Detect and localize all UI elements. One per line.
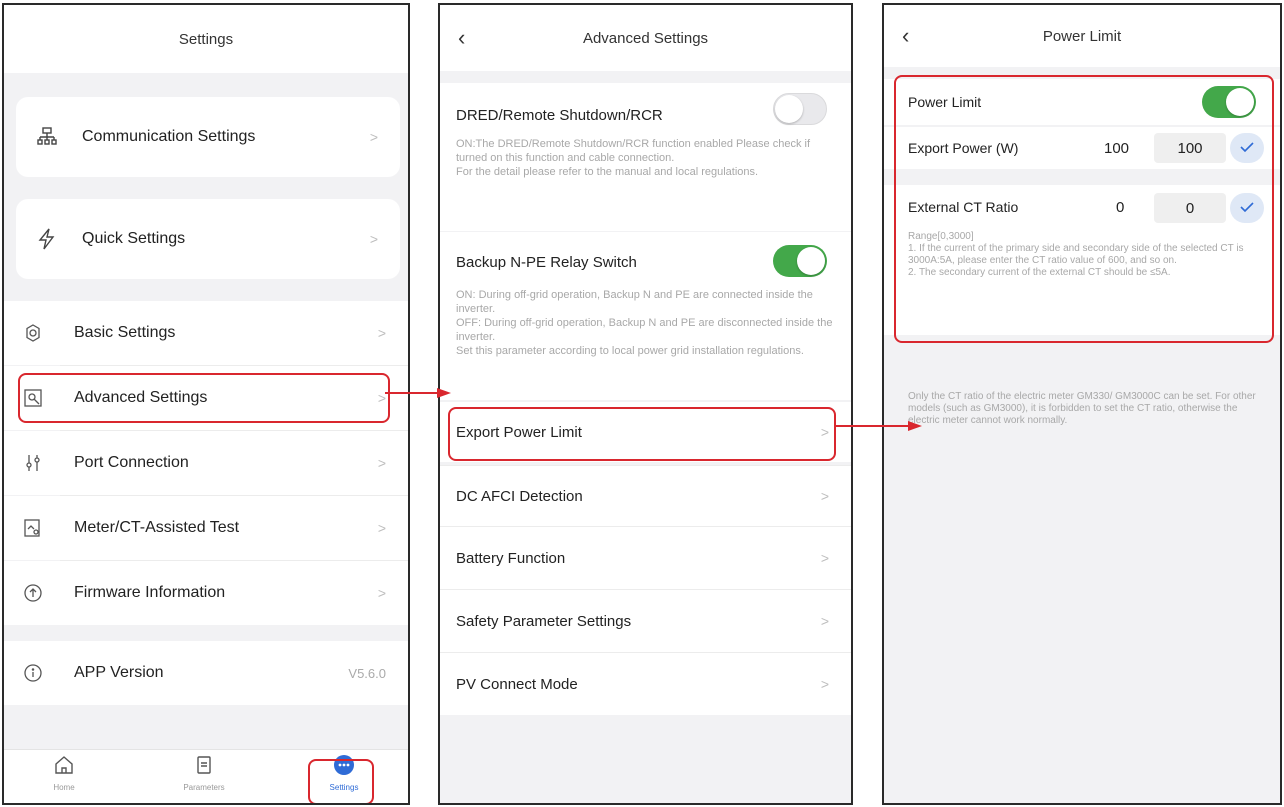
tab-parameters[interactable]: Parameters — [164, 754, 244, 792]
back-icon[interactable]: ‹ — [458, 27, 465, 49]
firmware-icon — [22, 582, 44, 604]
pv-connect-mode-label: PV Connect Mode — [456, 675, 578, 693]
dred-desc-line: For the detail please refer to the manua… — [456, 166, 759, 178]
battery-function-label: Battery Function — [456, 549, 566, 567]
arrow-to-advanced-settings — [385, 388, 451, 398]
backup-desc-line: OFF: During off-grid operation, Backup N… — [456, 317, 833, 343]
battery-function-row[interactable]: Battery Function > — [440, 527, 851, 589]
chevron-right-icon: > — [377, 455, 386, 471]
backup-desc-line: ON: During off-grid operation, Backup N … — [456, 289, 813, 315]
backup-relay-section: Backup N-PE Relay Switch ON: During off-… — [440, 232, 851, 400]
dred-description: ON:The DRED/Remote Shutdown/RCR function… — [456, 137, 836, 179]
basic-settings-label: Basic Settings — [74, 324, 176, 341]
arrow-to-power-limit — [836, 421, 922, 431]
dred-section: DRED/Remote Shutdown/RCR ON:The DRED/Rem… — [440, 83, 851, 231]
dc-afci-label: DC AFCI Detection — [456, 487, 583, 505]
power-limit-header: ‹ Power Limit — [884, 5, 1280, 67]
network-icon — [36, 126, 58, 148]
chevron-right-icon: > — [377, 585, 386, 601]
chevron-right-icon: > — [377, 520, 386, 536]
gear-icon — [22, 322, 44, 344]
chevron-right-icon: > — [820, 550, 829, 566]
export-power-limit-highlight — [448, 407, 836, 461]
port-connection-label: Port Connection — [74, 454, 189, 471]
home-icon — [24, 754, 104, 781]
chevron-right-icon: > — [820, 676, 829, 692]
safety-parameter-label: Safety Parameter Settings — [456, 612, 632, 630]
settings-header: Settings — [4, 5, 408, 73]
advanced-settings-header: ‹ Advanced Settings — [440, 5, 851, 71]
dred-toggle[interactable] — [773, 93, 827, 125]
firmware-information-label: Firmware Information — [74, 584, 226, 601]
chevron-right-icon: > — [369, 129, 378, 145]
lightning-icon — [36, 228, 58, 250]
tab-home-label: Home — [53, 783, 75, 792]
dred-desc-line: ON:The DRED/Remote Shutdown/RCR function… — [456, 138, 811, 164]
info-icon — [22, 662, 44, 684]
port-connection-row[interactable]: Port Connection > — [4, 431, 408, 495]
chevron-right-icon: > — [369, 231, 378, 247]
tab-parameters-label: Parameters — [183, 783, 225, 792]
basic-settings-row[interactable]: Basic Settings > — [4, 301, 408, 365]
tab-home[interactable]: Home — [24, 754, 104, 792]
chevron-right-icon: > — [377, 325, 386, 341]
app-version-value: V5.6.0 — [348, 665, 386, 681]
document-icon — [164, 754, 244, 781]
backup-relay-description: ON: During off-grid operation, Backup N … — [456, 288, 836, 358]
page-title: Settings — [178, 30, 234, 48]
page-title: Advanced Settings — [582, 29, 709, 47]
backup-desc-line: Set this parameter according to local po… — [456, 345, 804, 357]
chevron-right-icon: > — [820, 613, 829, 629]
app-version-label: APP Version — [74, 664, 164, 681]
quick-settings-label: Quick Settings — [82, 230, 186, 247]
firmware-information-row[interactable]: Firmware Information > — [4, 561, 408, 625]
port-icon — [22, 452, 44, 474]
dc-afci-row[interactable]: DC AFCI Detection > — [440, 466, 851, 526]
meter-ct-test-row[interactable]: Meter/CT-Assisted Test > — [4, 496, 408, 560]
advanced-settings-highlight — [18, 373, 390, 423]
dred-label: DRED/Remote Shutdown/RCR — [456, 107, 663, 124]
settings-tab-highlight — [308, 759, 374, 803]
settings-screen: Settings Communication Settings > Quick … — [2, 3, 410, 805]
back-icon[interactable]: ‹ — [902, 25, 909, 47]
safety-parameter-row[interactable]: Safety Parameter Settings > — [440, 590, 851, 652]
meter-test-icon — [22, 517, 44, 539]
power-limit-screen: ‹ Power Limit Power Limit Export Power (… — [882, 3, 1282, 805]
communication-settings-card[interactable]: Communication Settings > — [16, 97, 400, 177]
advanced-settings-screen: ‹ Advanced Settings DRED/Remote Shutdown… — [438, 3, 853, 805]
page-title: Power Limit — [1042, 27, 1122, 45]
backup-relay-toggle[interactable] — [773, 245, 827, 277]
meter-ct-test-label: Meter/CT-Assisted Test — [74, 519, 240, 536]
ct-ratio-footer-note: Only the CT ratio of the electric meter … — [908, 391, 1256, 426]
pv-connect-mode-row[interactable]: PV Connect Mode > — [440, 653, 851, 715]
backup-relay-label: Backup N-PE Relay Switch — [456, 254, 637, 271]
app-version-row: APP Version V5.6.0 — [4, 641, 408, 705]
chevron-right-icon: > — [820, 488, 829, 504]
power-limit-highlight — [894, 75, 1274, 343]
quick-settings-card[interactable]: Quick Settings > — [16, 199, 400, 279]
communication-settings-label: Communication Settings — [82, 128, 256, 145]
